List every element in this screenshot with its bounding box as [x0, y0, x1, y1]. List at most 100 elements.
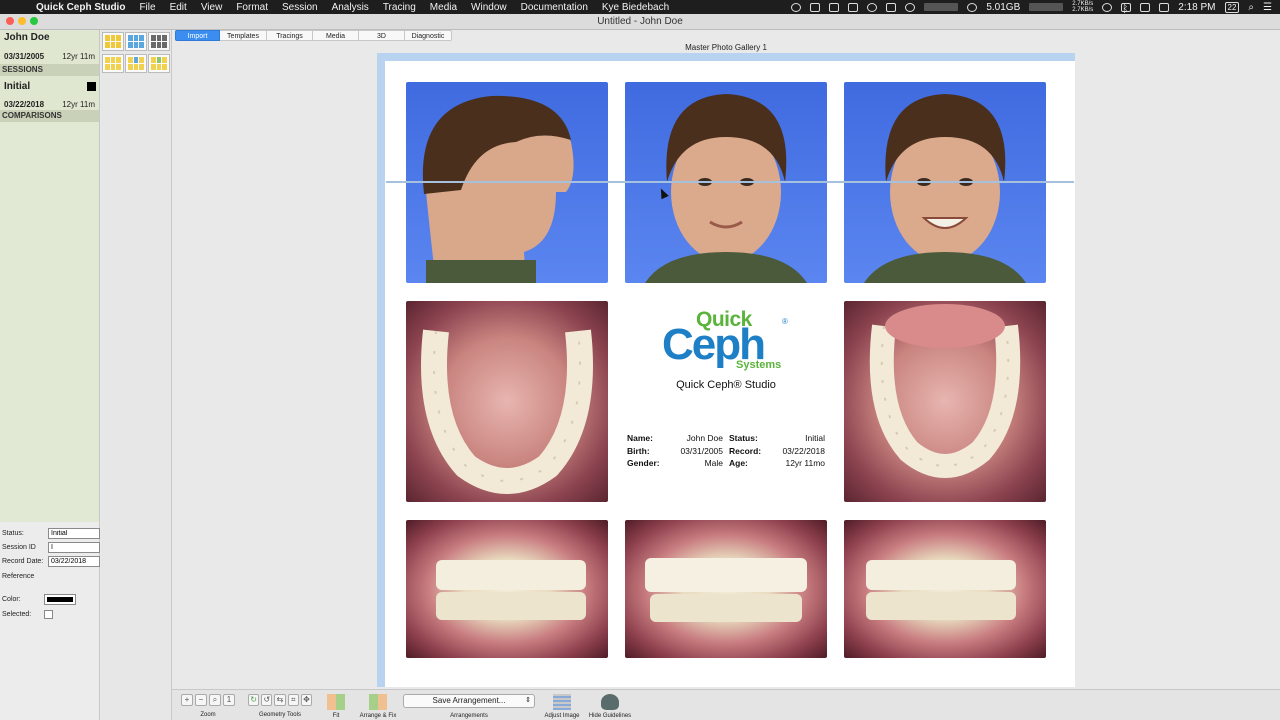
tab-tracings[interactable]: Tracings [267, 30, 313, 41]
crop-icon[interactable]: ⌗ [287, 694, 299, 706]
info-birth-value: 03/31/2005 [680, 445, 723, 456]
layout-template-yellow-grid[interactable] [102, 54, 124, 73]
session-item-initial[interactable]: Initial 03/22/2018 12yr 11m [0, 76, 99, 110]
menu-edit[interactable]: Edit [170, 2, 187, 13]
tab-templates[interactable]: Templates [220, 30, 267, 41]
lower-occlusal-photo[interactable] [844, 301, 1046, 502]
undo-rotate-icon[interactable]: ↺ [261, 694, 273, 706]
menu-window[interactable]: Window [471, 2, 507, 13]
wifi-icon[interactable] [1140, 2, 1151, 12]
rotate-icon[interactable]: ↻ [248, 694, 260, 706]
arrangement-select[interactable]: Save Arrangement... ⇕ [403, 694, 535, 708]
comparisons-list[interactable] [0, 122, 99, 522]
menu-bar: Quick Ceph Studio File Edit View Format … [0, 0, 1280, 15]
layout-picker-column [101, 30, 172, 720]
tab-media[interactable]: Media [313, 30, 359, 41]
right-buccal-photo[interactable] [406, 520, 608, 658]
menu-documentation[interactable]: Documentation [521, 2, 588, 13]
dropbox-icon[interactable] [829, 2, 840, 12]
selected-checkbox[interactable] [44, 610, 53, 619]
menu-file[interactable]: File [139, 2, 155, 13]
session-date: 03/22/2018 [4, 100, 45, 109]
layout-template-blue[interactable] [125, 32, 147, 51]
arrange-fix-icon[interactable] [369, 694, 387, 710]
studio-label: Quick Ceph® Studio [676, 379, 776, 391]
tab-import[interactable]: Import [175, 30, 220, 41]
patient-info-table: Name: John Doe Status: Initial Birth: 03… [627, 432, 825, 470]
layout-template-yellow[interactable] [102, 32, 124, 51]
volume-icon[interactable] [1159, 2, 1170, 12]
menu-analysis[interactable]: Analysis [332, 2, 369, 13]
info-name-value: John Doe [686, 433, 723, 444]
info-status-label: Status: [729, 433, 758, 444]
bag-icon[interactable] [848, 2, 859, 12]
calendar-badge[interactable]: 22 [1224, 1, 1240, 13]
fit-icon[interactable] [327, 694, 345, 710]
color-well[interactable] [44, 594, 76, 605]
info-age-value: 12yr 11mo [785, 458, 825, 469]
color-label: Color: [2, 596, 21, 603]
menu-list-icon[interactable]: ☰ [1263, 2, 1272, 13]
record-date-row: Record Date: [2, 556, 100, 567]
session-id-field[interactable] [48, 542, 100, 553]
geometry-caption: Geometry Tools [259, 712, 301, 718]
clock[interactable]: 2:18 PM [1178, 2, 1215, 13]
layout-template-gray[interactable] [148, 32, 170, 51]
flip-icon[interactable]: ⇆ [274, 694, 286, 706]
upper-occlusal-image [421, 329, 593, 494]
patient-card[interactable]: John Doe 03/31/2005 12yr 11m [0, 30, 99, 64]
status-label: Status: [2, 530, 24, 537]
skype-icon[interactable] [905, 2, 916, 12]
upper-occlusal-photo[interactable] [406, 301, 608, 502]
menu-user[interactable]: Kye Biedebach [602, 2, 669, 13]
reference-row: Reference [2, 573, 48, 580]
selected-label: Selected: [2, 611, 32, 618]
gallery-title: Master Photo Gallery 1 [685, 43, 767, 52]
info-name-label: Name: [627, 433, 653, 444]
session-id-row: Session ID [2, 542, 100, 553]
cpu-bar [1029, 3, 1064, 11]
menu-session[interactable]: Session [282, 2, 318, 13]
move-icon[interactable]: ✥ [300, 694, 313, 706]
record-date-field[interactable] [48, 556, 100, 567]
zoom-in-icon[interactable]: + [181, 694, 193, 706]
search-icon[interactable]: ⌕ [1248, 2, 1254, 13]
layout-template-mixed-2[interactable] [148, 54, 170, 73]
zoom-fit-icon[interactable]: ⌕ [209, 694, 221, 706]
info-icon[interactable] [867, 2, 878, 12]
geometry-group: ↻ ↺ ⇆ ⌗ ✥ Geometry Tools [248, 694, 313, 718]
record-icon[interactable] [791, 2, 802, 12]
tab-3d[interactable]: 3D [359, 30, 405, 41]
zoom-group: + − ⌕ 1 Zoom [178, 694, 238, 718]
moon-icon[interactable] [967, 2, 978, 12]
menu-tracing[interactable]: Tracing [383, 2, 416, 13]
time-machine-icon[interactable] [1102, 2, 1113, 12]
zoom-out-icon[interactable]: − [195, 694, 207, 706]
anterior-photo[interactable] [625, 520, 827, 658]
sessions-header: SESSIONS [0, 64, 99, 76]
arrangement-select-value: Save Arrangement... [432, 696, 506, 705]
menu-media[interactable]: Media [430, 2, 457, 13]
arrangements-caption: Arrangements [450, 713, 488, 719]
screen-icon[interactable] [810, 2, 821, 12]
left-buccal-photo[interactable] [844, 520, 1046, 658]
arrange-fix-caption: Arrange & Fix [359, 713, 397, 719]
layout-template-mixed[interactable] [125, 54, 147, 73]
info-row-3: Gender: Male Age: 12yr 11mo [627, 457, 825, 470]
lock-icon[interactable] [886, 2, 897, 12]
window-title-bar: Untitled - John Doe [0, 14, 1280, 30]
bluetooth-icon[interactable]: ᛒ [1121, 2, 1132, 15]
menu-format[interactable]: Format [236, 2, 268, 13]
adjust-image-icon[interactable] [553, 694, 571, 710]
menu-view[interactable]: View [201, 2, 223, 13]
fit-caption: Fit [332, 713, 340, 719]
info-row-1: Name: John Doe Status: Initial [627, 432, 825, 445]
horizontal-guideline[interactable] [386, 181, 1074, 183]
status-row: Status: [2, 528, 100, 539]
tab-diagnostic[interactable]: Diagnostic [405, 30, 452, 41]
head-profile-icon[interactable] [601, 694, 619, 710]
app-menu[interactable]: Quick Ceph Studio [36, 2, 125, 13]
zoom-actual-icon[interactable]: 1 [223, 694, 235, 706]
status-field[interactable] [48, 528, 100, 539]
reference-label: Reference [2, 573, 35, 580]
